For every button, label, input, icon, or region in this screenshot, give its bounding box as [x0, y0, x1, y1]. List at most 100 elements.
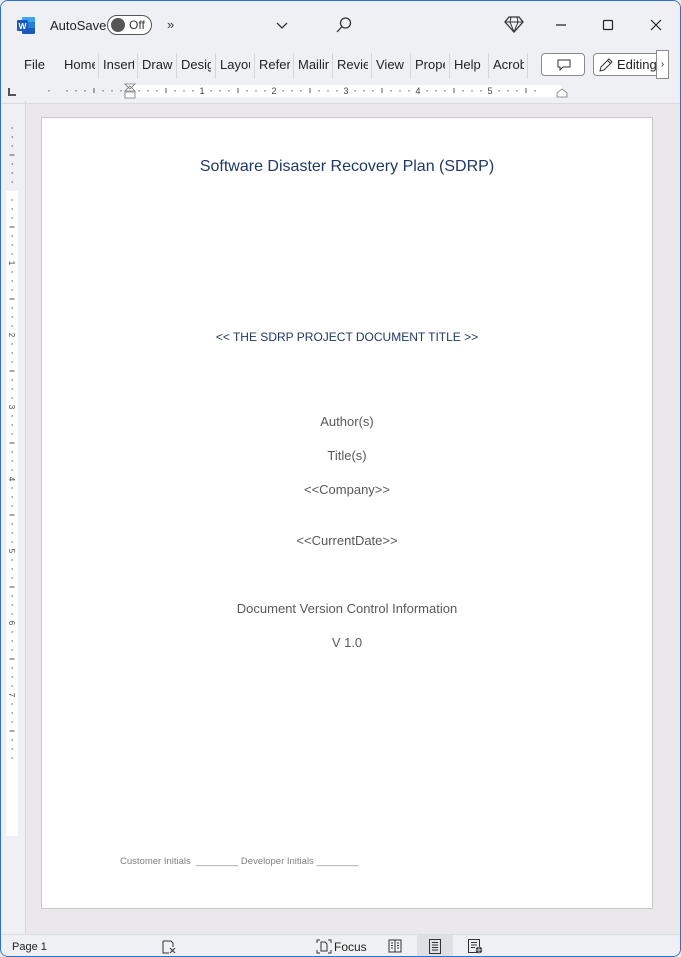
date-field: <<CurrentDate>>	[296, 533, 398, 548]
ruler-tick	[9, 514, 15, 516]
ruler-tick	[11, 523, 13, 525]
print-layout-button[interactable]	[417, 935, 453, 956]
ruler-tick	[11, 613, 13, 615]
tab-view[interactable]: View	[376, 57, 406, 75]
ruler-tick	[11, 433, 13, 435]
page-number[interactable]: Page 1	[12, 941, 47, 953]
ruler-tick	[174, 90, 176, 92]
tab-mailings[interactable]: Mailings	[298, 57, 329, 75]
ruler-tick	[11, 487, 13, 489]
company-field: <<Company>>	[303, 482, 390, 497]
search-icon[interactable]	[335, 16, 353, 34]
tab-home[interactable]: Home	[64, 57, 95, 75]
ruler-label: 2	[271, 86, 276, 96]
ruler-tick	[480, 90, 482, 92]
ruler-tick	[381, 88, 383, 93]
ruler-label: 4	[415, 86, 420, 96]
tab-help[interactable]: Help	[454, 57, 484, 75]
version-number: V 1.0	[331, 635, 363, 650]
maximize-icon[interactable]	[596, 13, 620, 37]
premium-diamond-icon[interactable]	[504, 15, 524, 33]
ruler-tick	[11, 379, 13, 381]
ruler-tick	[507, 90, 509, 92]
ruler-tick	[11, 163, 13, 165]
tab-insert[interactable]: Insert	[103, 57, 134, 75]
horizontal-ruler[interactable]: 1 2 3 4 5	[26, 82, 656, 100]
ruler-tick	[246, 90, 248, 92]
ruler-tick	[9, 298, 15, 300]
ruler-label: 6	[7, 621, 16, 626]
minimize-icon[interactable]	[549, 13, 573, 37]
tab-layout[interactable]: Layout	[220, 57, 250, 75]
ruler-tick	[11, 685, 13, 687]
autosave-state: Off	[129, 18, 145, 32]
ruler-tick	[309, 88, 311, 93]
chevron-down-icon[interactable]	[274, 17, 290, 33]
ruler-tick	[192, 90, 194, 92]
vertical-ruler[interactable]: 1 2 3 4 5 6 7	[6, 109, 18, 909]
tab-review[interactable]: Review	[337, 57, 368, 75]
tab-stop-selector[interactable]	[8, 88, 16, 96]
ruler-tick	[11, 325, 13, 327]
tab-design[interactable]: Design	[181, 57, 211, 75]
tab-properties[interactable]: Properties	[415, 57, 445, 75]
ruler-tick	[11, 721, 13, 723]
comments-button[interactable]	[541, 53, 585, 76]
ruler-tick	[165, 88, 167, 93]
ruler-tick	[210, 90, 212, 92]
tab-divider	[332, 53, 333, 79]
tab-divider	[371, 53, 372, 79]
ruler-tick	[426, 90, 428, 92]
ruler-tick	[11, 199, 13, 201]
document-page[interactable]: Software Disaster Recovery Plan (SDRP) <…	[41, 117, 653, 909]
ruler-tick	[11, 244, 13, 246]
tab-divider	[215, 53, 216, 79]
more-commands-button[interactable]: »	[167, 17, 174, 32]
ruler-label: 3	[343, 86, 348, 96]
tab-divider	[137, 53, 138, 79]
tab-references[interactable]: References	[259, 57, 290, 75]
ruler-tick	[11, 280, 13, 282]
pencil-icon	[599, 58, 613, 72]
ruler-tick	[11, 145, 13, 147]
ruler-tick	[372, 90, 374, 92]
ruler-tick	[9, 730, 15, 732]
ruler-tick	[84, 90, 86, 92]
focus-label: Focus	[334, 940, 367, 954]
ruler-tick	[11, 127, 13, 129]
ruler-tick	[11, 136, 13, 138]
web-layout-button[interactable]	[457, 935, 493, 956]
close-icon[interactable]	[644, 13, 668, 37]
ruler-tick	[318, 90, 320, 92]
tab-draw[interactable]: Draw	[142, 57, 174, 75]
ruler-tick	[11, 253, 13, 255]
tab-acrobat[interactable]: Acrobat	[493, 57, 524, 75]
ruler-tick	[11, 208, 13, 210]
ruler-tick	[9, 370, 15, 372]
read-mode-icon	[388, 939, 402, 953]
tab-divider	[410, 53, 411, 79]
version-heading: Document Version Control Information	[236, 601, 458, 616]
ruler-tick	[11, 217, 13, 219]
read-mode-button[interactable]	[377, 935, 413, 956]
tab-divider	[176, 53, 177, 79]
autosave-toggle[interactable]: Off	[107, 15, 152, 35]
ruler-tick	[111, 90, 113, 92]
tab-divider	[293, 53, 294, 79]
ruler-label: 4	[7, 477, 16, 482]
ruler-tick	[11, 343, 13, 345]
word-logo-icon: W	[17, 17, 35, 34]
proofing-icon[interactable]	[161, 939, 177, 955]
ruler-tick	[9, 226, 15, 228]
ruler-tick	[9, 658, 15, 660]
ruler-tick	[264, 90, 266, 92]
ribbon-scroll-right-button[interactable]: ›	[656, 50, 669, 79]
ruler-tick	[525, 88, 527, 93]
document-subtitle: << THE SDRP PROJECT DOCUMENT TITLE >>	[215, 330, 479, 344]
ruler-tick	[11, 451, 13, 453]
ruler-tick	[327, 90, 329, 92]
tab-file[interactable]: File	[24, 57, 46, 75]
ruler-tick	[255, 90, 257, 92]
ruler-tick	[9, 154, 15, 156]
ruler-tick	[75, 90, 77, 92]
